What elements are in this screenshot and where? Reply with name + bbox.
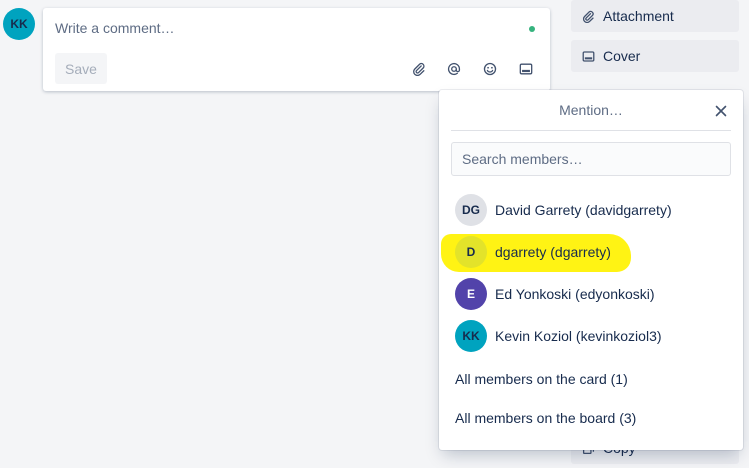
member-label: Ed Yonkoski (edyonkoski) — [495, 286, 655, 302]
comment-composer: Save — [43, 8, 550, 91]
member-label: David Garrety (davidgarrety) — [495, 202, 672, 218]
member-kevin-koziol[interactable]: KK Kevin Koziol (kevinkoziol3) — [455, 320, 662, 352]
avatar: D — [455, 236, 487, 268]
member-david-garrety[interactable]: DG David Garrety (davidgarrety) — [455, 194, 672, 226]
paperclip-icon[interactable] — [408, 58, 430, 80]
attachment-button[interactable]: Attachment — [571, 0, 739, 32]
avatar: KK — [455, 320, 487, 352]
mention-icon[interactable] — [443, 58, 465, 80]
cover-label: Cover — [603, 48, 641, 64]
member-dgarrety[interactable]: D dgarrety (dgarrety) — [455, 236, 611, 268]
save-button[interactable]: Save — [55, 53, 107, 84]
attachment-label: Attachment — [603, 8, 674, 24]
emoji-icon[interactable] — [479, 58, 501, 80]
status-dot — [529, 26, 535, 32]
member-ed-yonkoski[interactable]: E Ed Yonkoski (edyonkoski) — [455, 278, 655, 310]
user-avatar[interactable]: KK — [3, 8, 35, 40]
cover-icon — [581, 50, 595, 63]
avatar: E — [455, 278, 487, 310]
avatar: DG — [455, 194, 487, 226]
all-board-members-link[interactable]: All members on the board (3) — [455, 410, 636, 426]
mention-list: DG David Garrety (davidgarrety) D dgarre… — [439, 90, 743, 450]
cover-button[interactable]: Cover — [571, 40, 739, 72]
paperclip-icon — [581, 10, 595, 23]
comment-input[interactable] — [55, 18, 515, 38]
all-card-members-link[interactable]: All members on the card (1) — [455, 371, 628, 387]
member-label: dgarrety (dgarrety) — [495, 244, 611, 260]
card-icon[interactable] — [515, 58, 537, 80]
member-label: Kevin Koziol (kevinkoziol3) — [495, 328, 662, 344]
